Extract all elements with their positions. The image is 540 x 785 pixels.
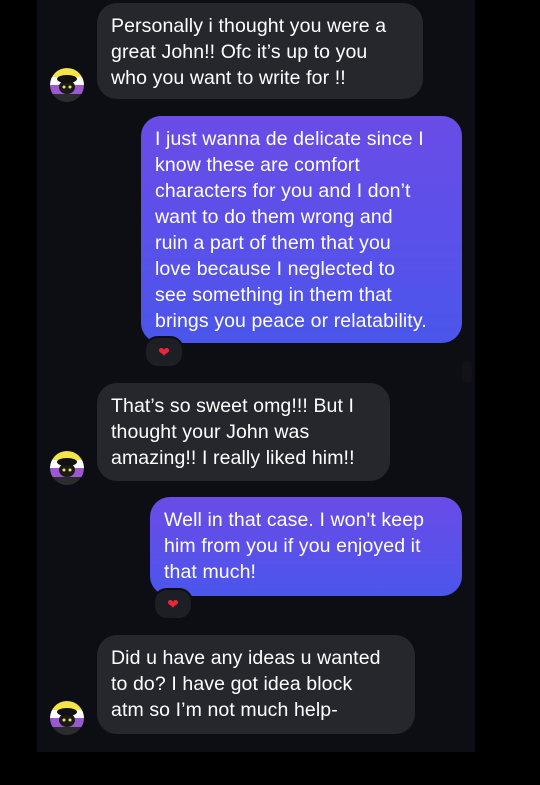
message-bubble-incoming[interactable]: That’s so sweet omg!!! But I thought you…	[97, 383, 390, 481]
message-bubble-incoming[interactable]: Personally i thought you were a great Jo…	[97, 3, 423, 99]
reaction-emoji: ❤	[158, 344, 170, 360]
message-bubble-outgoing[interactable]: I just wanna de delicate since I know th…	[141, 116, 462, 343]
sender-avatar-icon[interactable]	[50, 701, 84, 735]
sender-avatar-icon[interactable]	[50, 68, 84, 102]
sender-avatar-icon[interactable]	[50, 451, 84, 485]
heart-reaction-icon[interactable]: ❤	[144, 336, 184, 368]
message-bubble-outgoing[interactable]: Well in that case. I won't keep him from…	[150, 497, 462, 596]
edge-artifact	[462, 362, 472, 382]
reaction-emoji: ❤	[167, 596, 179, 612]
message-bubble-incoming[interactable]: Did u have any ideas u wanted to do? I h…	[97, 635, 415, 734]
heart-reaction-icon[interactable]: ❤	[153, 588, 193, 620]
